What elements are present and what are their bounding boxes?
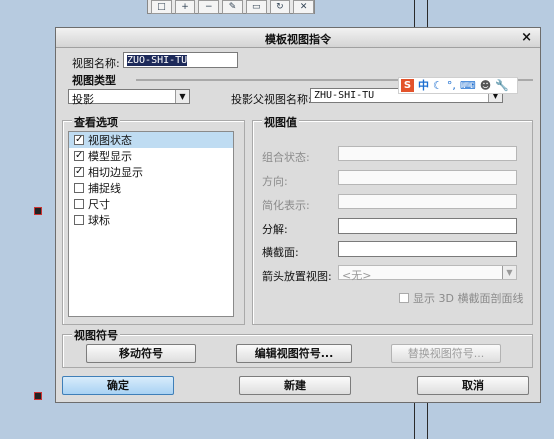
show-3d-label: 显示 3D 横截面剖面线: [413, 292, 524, 305]
option-label: 相切边显示: [88, 166, 143, 179]
arrow-view-value: <无>: [342, 269, 372, 282]
list-item[interactable]: 捕捉线: [69, 180, 233, 196]
option-label: 捕捉线: [88, 182, 121, 195]
orient-icon[interactable]: ↻: [269, 0, 291, 14]
checkbox-icon[interactable]: [74, 183, 84, 193]
list-item[interactable]: 球标: [69, 212, 233, 228]
show-3d-checkbox: 显示 3D 横截面剖面线: [399, 290, 523, 306]
edit-symbol-button[interactable]: 编辑视图符号...: [236, 344, 352, 363]
view-name-input[interactable]: ZUO-SHI-TU: [123, 52, 238, 68]
symbol-group-title: 视图符号: [72, 327, 120, 343]
ime-mode-label[interactable]: 中: [418, 78, 429, 93]
user-icon[interactable]: ☻: [480, 78, 491, 93]
dialog-title: 模板视图指令: [265, 33, 331, 46]
list-item[interactable]: ✓ 模型显示: [69, 148, 233, 164]
ok-button[interactable]: 确定: [62, 376, 174, 395]
explode-label: 分解:: [262, 223, 288, 236]
checkbox-checked-icon[interactable]: ✓: [74, 135, 84, 145]
view-icon[interactable]: ▭: [245, 0, 267, 14]
view-name-label: 视图名称:: [72, 57, 120, 70]
close-icon[interactable]: ×: [521, 30, 532, 45]
checkbox-icon[interactable]: [74, 199, 84, 209]
combined-state-label: 组合状态:: [262, 151, 310, 164]
new-button[interactable]: 新建: [239, 376, 351, 395]
checkbox-checked-icon[interactable]: ✓: [74, 167, 84, 177]
chevron-down-icon: ▼: [502, 266, 516, 279]
replace-symbol-button: 替换视图符号...: [391, 344, 501, 363]
combined-state-field: [338, 146, 517, 161]
moon-icon[interactable]: ☾: [433, 78, 443, 93]
marker-icon: [34, 392, 42, 400]
zoom-in-icon[interactable]: +: [174, 0, 196, 14]
options-group-title: 查看选项: [72, 114, 120, 130]
move-symbol-button[interactable]: 移动符号: [86, 344, 196, 363]
arrow-view-label: 箭头放置视图:: [262, 270, 332, 283]
explode-field[interactable]: [338, 218, 517, 234]
arrow-view-select: <无> ▼: [338, 265, 517, 282]
drawing-view-dialog: 模板视图指令 × 视图名称: ZUO-SHI-TU 视图类型 投影 ▼ 投影父视…: [55, 27, 541, 403]
option-label: 球标: [88, 214, 110, 227]
keyboard-icon[interactable]: ⌨: [460, 78, 476, 93]
option-label: 视图状态: [88, 134, 132, 147]
view-type-value: 投影: [72, 93, 94, 106]
checkbox-icon[interactable]: [74, 215, 84, 225]
parent-view-value: ZHU-SHI-TU: [314, 90, 375, 101]
parent-view-label: 投影父视图名称:: [231, 93, 312, 106]
cross-section-label: 横截面:: [262, 246, 299, 259]
list-item[interactable]: 尺寸: [69, 196, 233, 212]
zoom-out-icon[interactable]: −: [198, 0, 220, 14]
zoom-fit-icon[interactable]: □: [151, 0, 172, 14]
orientation-field: [338, 170, 517, 185]
edit-icon[interactable]: ✎: [222, 0, 243, 14]
values-group-title: 视图值: [262, 114, 299, 130]
checkbox-checked-icon[interactable]: ✓: [74, 151, 84, 161]
cross-section-field[interactable]: [338, 241, 517, 257]
xyz-icon[interactable]: ✕: [293, 0, 315, 14]
option-label: 模型显示: [88, 150, 132, 163]
list-item[interactable]: ✓ 相切边显示: [69, 164, 233, 180]
options-list[interactable]: ✓ 视图状态 ✓ 模型显示 ✓ 相切边显示 捕捉线 尺寸 球标: [68, 131, 234, 317]
view-name-value: ZUO-SHI-TU: [127, 55, 188, 66]
cancel-button[interactable]: 取消: [417, 376, 529, 395]
marker-icon: [34, 207, 42, 215]
orientation-label: 方向:: [262, 175, 288, 188]
punct-icon[interactable]: °,: [447, 78, 456, 93]
ime-toolbar[interactable]: S 中 ☾ °, ⌨ ☻ 🔧: [398, 77, 518, 94]
list-item[interactable]: ✓ 视图状态: [69, 132, 233, 148]
view-type-select[interactable]: 投影 ▼: [68, 89, 190, 106]
chevron-down-icon: ▼: [175, 90, 189, 103]
title-bar: 模板视图指令 ×: [56, 28, 540, 48]
simplified-rep-label: 简化表示:: [262, 199, 310, 212]
checkbox-icon: [399, 293, 409, 303]
view-type-group-title: 视图类型: [72, 74, 116, 87]
wrench-icon[interactable]: 🔧: [495, 78, 509, 93]
view-toolbar: □ + − ✎ ▭ ↻ ✕: [147, 0, 315, 14]
option-label: 尺寸: [88, 198, 110, 211]
ime-logo-icon: S: [401, 79, 414, 92]
simplified-rep-field: [338, 194, 517, 209]
